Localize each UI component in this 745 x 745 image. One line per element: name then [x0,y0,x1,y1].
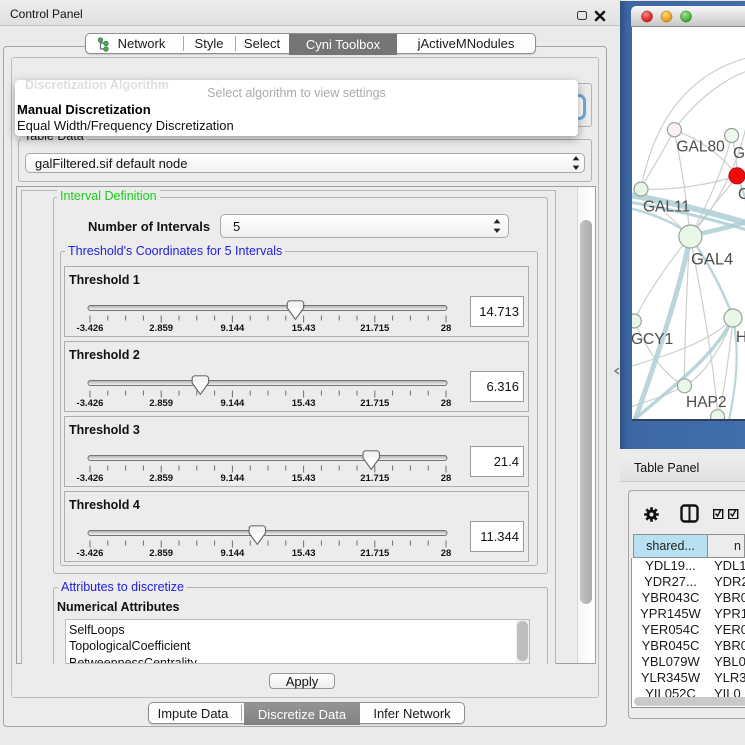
svg-text:C: C [738,186,745,203]
svg-text:21.715: 21.715 [360,473,390,484]
svg-text:-3.426: -3.426 [77,398,104,409]
svg-text:2.859: 2.859 [149,473,173,484]
svg-text:GA: GA [733,145,745,162]
svg-text:21.715: 21.715 [360,548,390,559]
svg-text:-3.426: -3.426 [77,323,104,334]
svg-text:HAP2: HAP2 [686,394,727,411]
svg-text:28: 28 [441,398,452,409]
svg-text:9.144: 9.144 [221,548,245,559]
svg-text:-3.426: -3.426 [77,548,104,559]
svg-text:15.43: 15.43 [292,398,316,409]
svg-text:GCY1: GCY1 [632,331,673,348]
svg-text:GAL4: GAL4 [691,251,733,269]
svg-text:28: 28 [441,473,452,484]
svg-text:H: H [736,329,745,346]
svg-text:21.715: 21.715 [360,323,390,334]
svg-text:15.43: 15.43 [292,323,316,334]
svg-text:9.144: 9.144 [221,398,245,409]
svg-text:GAL11: GAL11 [643,199,690,216]
svg-text:GAL80: GAL80 [677,139,726,156]
svg-text:9.144: 9.144 [221,323,245,334]
svg-text:21.715: 21.715 [360,398,390,409]
svg-text:-3.426: -3.426 [77,473,104,484]
svg-text:9.144: 9.144 [221,473,245,484]
svg-text:15.43: 15.43 [292,473,316,484]
svg-text:15.43: 15.43 [292,548,316,559]
svg-text:28: 28 [441,323,452,334]
svg-text:2.859: 2.859 [149,398,173,409]
svg-text:2.859: 2.859 [149,323,173,334]
svg-text:28: 28 [441,548,452,559]
svg-text:2.859: 2.859 [149,548,173,559]
